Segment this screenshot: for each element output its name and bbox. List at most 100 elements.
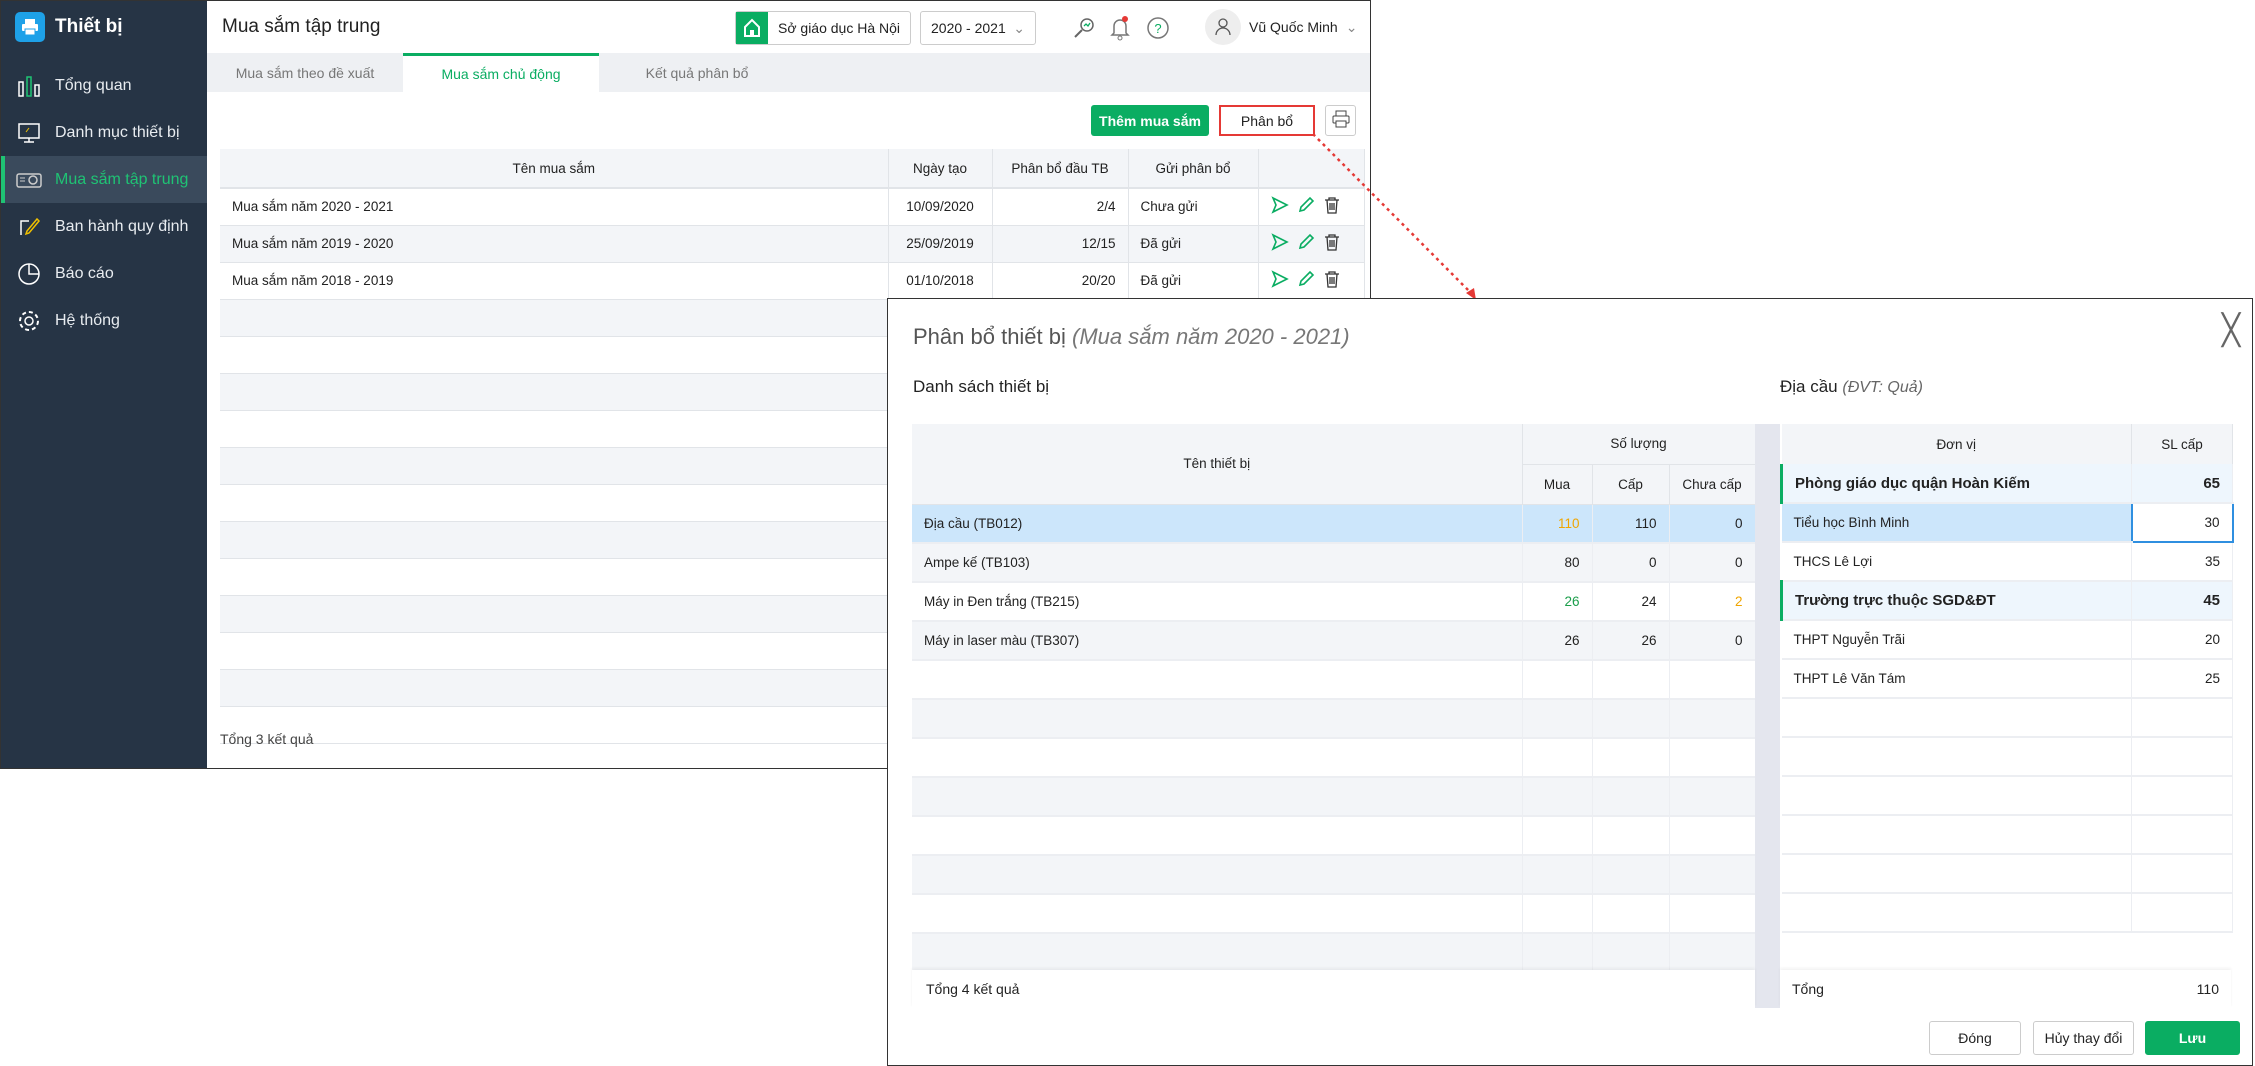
unit-group-row[interactable]: Phòng giáo dục quận Hoàn Kiếm 65 — [1780, 464, 2233, 504]
bell-icon[interactable] — [1105, 13, 1135, 43]
qty-remain: 0 — [1669, 621, 1756, 661]
equipment-row[interactable]: Máy in Đen trắng (TB215) 26 24 2 — [912, 582, 1756, 622]
close-icon[interactable]: ╳ — [2222, 313, 2240, 348]
year-select[interactable]: 2020 - 2021 ⌄ — [920, 11, 1036, 45]
dialog-title: Phân bổ thiết bị (Mua sắm năm 2020 - 202… — [913, 324, 1350, 350]
table-row[interactable]: Mua sắm năm 2018 - 2019 01/10/2018 20/20 Đã… — [220, 262, 1365, 300]
empty-row — [1781, 698, 2233, 738]
send-icon[interactable] — [1270, 196, 1289, 217]
equipment-row[interactable]: Địa cầu (TB012) 110 110 0 — [912, 504, 1756, 544]
col-header-equipment: Tên thiết bị — [912, 424, 1523, 505]
user-menu[interactable]: Vũ Quốc Minh ⌄ — [1205, 9, 1357, 45]
sidebar-item[interactable]: Báo cáo — [1, 250, 207, 297]
qty-alloc: 0 — [1592, 543, 1670, 583]
row-actions — [1258, 262, 1365, 300]
unit-name: THCS Lê Lợi — [1781, 542, 2132, 582]
created-date: 01/10/2018 — [888, 262, 993, 300]
edit-icon[interactable] — [1297, 270, 1315, 291]
empty-row — [912, 699, 1756, 739]
close-button[interactable]: Đóng — [1929, 1021, 2021, 1055]
sidebar-item-label: Ban hành quy định — [55, 217, 189, 235]
alloc-qty: 35 — [2131, 542, 2233, 582]
add-purchase-button[interactable]: Thêm mua sắm — [1091, 105, 1209, 136]
empty-row — [912, 816, 1756, 856]
discard-changes-button[interactable]: Hủy thay đổi — [2033, 1021, 2134, 1055]
unit-group-row[interactable]: Trường trực thuộc SGD&ĐT 45 — [1780, 581, 2233, 621]
sidebar-item[interactable]: Mua sắm tập trung — [1, 156, 207, 203]
chevron-down-icon: ⌄ — [1013, 19, 1025, 36]
print-button[interactable] — [1325, 105, 1356, 136]
sidebar-item[interactable]: Ban hành quy định — [1, 203, 207, 250]
trash-icon[interactable] — [1323, 196, 1341, 217]
tab-proposed-purchase[interactable]: Mua sắm theo đề xuất — [207, 53, 403, 92]
tab-active-purchase[interactable]: Mua sắm chủ động — [403, 53, 599, 92]
table-row[interactable]: Mua sắm năm 2019 - 2020 25/09/2019 12/15 Đã… — [220, 225, 1365, 263]
sidebar-item-label: Hệ thống — [55, 311, 120, 329]
empty-row — [912, 777, 1756, 817]
printer-logo-icon — [15, 12, 45, 42]
unit-name: Tiểu học Bình Minh — [1781, 503, 2132, 543]
save-button[interactable]: Lưu — [2145, 1021, 2240, 1055]
page-title: Mua sắm tập trung — [222, 16, 381, 37]
col-header-alloc-qty: SL cấp — [2131, 424, 2233, 464]
equipment-list-title: Danh sách thiết bị — [913, 377, 1050, 396]
equipment-name: Địa cầu (TB012) — [912, 504, 1523, 544]
allocate-button[interactable]: Phân bổ — [1219, 105, 1315, 136]
help-icon[interactable]: ? — [1143, 13, 1173, 43]
empty-row — [912, 660, 1756, 700]
col-header-remain: Chưa cấp — [1669, 464, 1756, 505]
equipment-row[interactable]: Ampe kế (TB103) 80 0 0 — [912, 543, 1756, 583]
row-actions — [1258, 225, 1365, 263]
qty-alloc: 24 — [1592, 582, 1670, 622]
pie-chart-icon — [15, 260, 43, 288]
send-status: Chưa gửi — [1128, 188, 1259, 226]
send-icon[interactable] — [1270, 233, 1289, 254]
col-header-actions — [1258, 149, 1365, 189]
tab-bar: Mua sắm theo đề xuất Mua sắm chủ động Kế… — [207, 53, 1370, 92]
unit-name: Trường trực thuộc SGD&ĐT — [1780, 581, 2132, 621]
created-date: 25/09/2019 — [888, 225, 993, 263]
home-icon — [736, 12, 768, 44]
sidebar-item[interactable]: Tổng quan — [1, 62, 207, 109]
row-actions — [1258, 188, 1365, 226]
sidebar-item[interactable]: Hệ thống — [1, 297, 207, 344]
send-status: Đã gửi — [1128, 225, 1259, 263]
unit-row[interactable]: THPT Lê Văn Tám 25 — [1781, 659, 2233, 699]
purchase-total: Tổng 3 kết quả — [220, 731, 314, 747]
col-header-date: Ngày tạo — [888, 149, 993, 189]
unit-row[interactable]: Tiểu học Bình Minh 30 — [1781, 502, 2234, 543]
unit-total-row: Tổng 110 — [1780, 970, 2231, 1008]
unit-name: THPT Lê Văn Tám — [1781, 659, 2132, 699]
total-value: 110 — [2196, 981, 2219, 997]
projector-icon — [15, 166, 43, 194]
allocation-progress: 20/20 — [992, 262, 1129, 300]
org-name: Sở giáo dục Hà Nội — [778, 20, 901, 36]
sidebar-item[interactable]: Danh mục thiết bị — [1, 109, 207, 156]
printer-icon — [1332, 110, 1350, 132]
empty-row — [1781, 815, 2233, 855]
trash-icon[interactable] — [1323, 233, 1341, 254]
unit-row[interactable]: THPT Nguyễn Trãi 20 — [1781, 620, 2233, 660]
col-header-buy: Mua — [1522, 464, 1593, 505]
qty-alloc: 110 — [1592, 504, 1670, 544]
qty-alloc: 26 — [1592, 621, 1670, 661]
org-selector[interactable]: Sở giáo dục Hà Nội — [735, 11, 912, 45]
table-row[interactable]: Mua sắm năm 2020 - 2021 10/09/2020 2/4 Chưa… — [220, 188, 1365, 226]
unit-row[interactable]: THCS Lê Lợi 35 — [1781, 542, 2233, 582]
col-header-unit: Đơn vị — [1781, 424, 2132, 464]
qty-buy: 26 — [1522, 621, 1593, 661]
unit-section-name: Địa cầu — [1780, 377, 1838, 396]
edit-icon[interactable] — [1297, 196, 1315, 217]
send-icon[interactable] — [1270, 270, 1289, 291]
total-label: Tổng — [1792, 981, 1824, 997]
edit-icon[interactable] — [1297, 233, 1315, 254]
trash-icon[interactable] — [1323, 270, 1341, 291]
qty-remain: 0 — [1669, 543, 1756, 583]
tab-allocation-result[interactable]: Kết quả phân bổ — [599, 53, 795, 92]
year-value: 2020 - 2021 — [931, 20, 1006, 36]
svg-text:?: ? — [1154, 21, 1161, 36]
alloc-qty-input[interactable]: 30 — [2130, 502, 2234, 543]
equipment-row[interactable]: Máy in laser màu (TB307) 26 26 0 — [912, 621, 1756, 661]
search-tool-icon[interactable] — [1069, 13, 1099, 43]
allocation-dialog: Phân bổ thiết bị (Mua sắm năm 2020 - 202… — [887, 298, 2253, 1066]
